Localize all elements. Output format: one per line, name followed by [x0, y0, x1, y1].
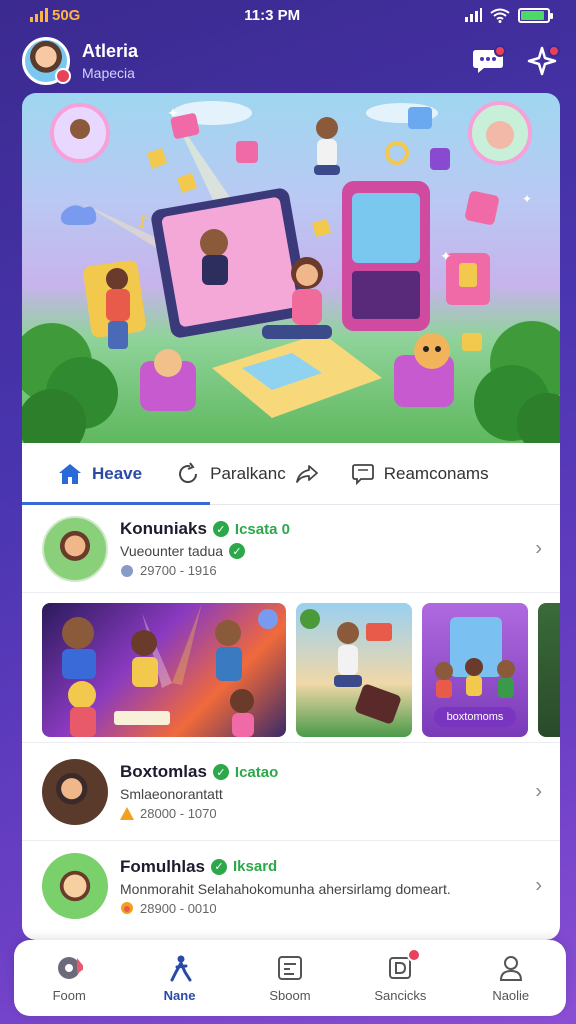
- profile-icon: [499, 955, 522, 981]
- thumbnail-card[interactable]: [42, 603, 286, 737]
- avatar[interactable]: [22, 37, 71, 85]
- nav-naolie[interactable]: Naolie: [466, 954, 556, 1003]
- item-tag: Iksard: [233, 858, 278, 875]
- tab-label: Reamconams: [383, 463, 489, 483]
- nav-foom[interactable]: Foom: [24, 954, 114, 1003]
- thumbnail-card[interactable]: [296, 603, 412, 737]
- chevron-right-icon[interactable]: ›: [535, 780, 542, 803]
- thumbnail-image: [300, 609, 401, 724]
- warning-icon: [120, 807, 134, 820]
- tab-paralkanc[interactable]: Paralkanc: [142, 443, 318, 504]
- sparkle-button[interactable]: [524, 43, 560, 79]
- item-title: Boxtomlas: [120, 762, 207, 781]
- tab-label: Heave: [92, 463, 143, 483]
- verified-icon: ✓: [212, 764, 229, 780]
- item-subtitle: Monmorahit Selahahokomunha ahersirlamg d…: [120, 880, 451, 897]
- thumbnail-caption: boxtomoms: [434, 707, 516, 727]
- battery-icon: [517, 7, 553, 23]
- fire-icon: [121, 902, 133, 914]
- chat-badge: [494, 45, 506, 57]
- clock: 11:3 PM: [244, 6, 301, 24]
- item-meta: 28000 - 1070: [140, 806, 217, 821]
- verified-icon: ✓: [212, 521, 229, 537]
- carrier-label: 50G: [52, 6, 81, 24]
- gear-icon: [58, 956, 84, 979]
- user-profile[interactable]: Atleria Mapecia: [22, 37, 138, 85]
- nav-label: Sboom: [269, 987, 311, 1003]
- tab-bar: Heave Paralkanc Reamconams: [22, 443, 560, 505]
- avatar: [42, 853, 108, 919]
- user-name: Atleria: [82, 41, 139, 61]
- item-title: Fomulhlas: [120, 856, 206, 876]
- verified-icon: ✓: [229, 543, 246, 559]
- content-card: Heave Paralkanc Reamconams Konuniaks ✓ I…: [22, 443, 560, 940]
- item-tag: Icsata 0: [234, 520, 290, 538]
- avatar: [42, 515, 108, 582]
- status-bar: 50G 11:3 PM: [0, 0, 576, 30]
- bottom-navigation: Foom Nane Sboom Sancicks Naolie: [14, 940, 566, 1016]
- item-meta: 29700 - 1916: [140, 563, 217, 578]
- item-subtitle: Smlaeonorantatt: [120, 786, 223, 802]
- nav-nane[interactable]: Nane: [135, 954, 225, 1003]
- share-arrow-icon: [295, 464, 318, 483]
- nav-sancicks[interactable]: Sancicks: [355, 947, 445, 1003]
- notification-dot: [55, 68, 71, 84]
- nav-label: Sancicks: [374, 987, 427, 1003]
- thumbnail-carousel[interactable]: boxtomoms: [22, 593, 560, 743]
- thumbnail-card[interactable]: boxtomoms: [422, 603, 528, 737]
- list-item[interactable]: Boxtomlas ✓ Icatao Smlaeonorantatt 28000…: [22, 743, 560, 841]
- cellular-icon: [464, 8, 482, 22]
- nav-label: Nane: [163, 987, 196, 1003]
- svg-text:✦: ✦: [522, 192, 532, 206]
- list-item[interactable]: Konuniaks ✓ Icsata 0 Vueounter tadua ✓ 2…: [22, 505, 560, 593]
- thumbnail-card[interactable]: [538, 603, 560, 737]
- avatar: [42, 758, 108, 825]
- user-subtitle: Mapecia: [82, 65, 135, 81]
- thumbnail-image: [62, 603, 278, 737]
- nav-sboom[interactable]: Sboom: [245, 954, 335, 1003]
- app-header: Atleria Mapecia: [22, 30, 560, 92]
- item-subtitle: Vueounter tadua: [120, 543, 224, 559]
- sparkle-badge: [548, 45, 560, 57]
- refresh-icon: [179, 461, 198, 483]
- item-tag: Icatao: [234, 763, 279, 781]
- list-item[interactable]: Fomulhlas ✓ Iksard Monmorahit Selahahoko…: [22, 841, 560, 931]
- nav-label: Naolie: [492, 987, 530, 1003]
- home-icon: [59, 463, 81, 484]
- verified-icon: ✓: [211, 858, 228, 875]
- info-circle-icon: [121, 564, 133, 577]
- svg-text:♪: ♪: [137, 212, 149, 233]
- chevron-right-icon[interactable]: ›: [535, 875, 542, 898]
- svg-text:✦: ✦: [167, 106, 179, 122]
- wifi-icon: [490, 8, 510, 23]
- chevron-right-icon[interactable]: ›: [535, 537, 542, 560]
- carrier-indicator: 50G: [30, 7, 80, 24]
- tab-reamconams[interactable]: Reamconams: [318, 443, 489, 504]
- tab-label: Paralkanc: [210, 463, 286, 483]
- nav-badge: [407, 947, 422, 962]
- calendar-icon: [277, 955, 302, 980]
- chat-button[interactable]: [470, 43, 506, 79]
- item-title: Konuniaks: [120, 519, 207, 538]
- chat-bubble-icon: [351, 463, 374, 485]
- hero-illustration: ♪ ✦ ✦ ✦: [22, 101, 560, 443]
- hero-banner[interactable]: ♪ ✦ ✦ ✦: [22, 93, 560, 443]
- svg-text:✦: ✦: [440, 249, 452, 265]
- nav-label: Foom: [52, 987, 86, 1003]
- signal-bars-icon: [30, 8, 48, 22]
- item-meta: 28900 - 0010: [140, 900, 217, 916]
- person-jump-icon: [170, 955, 192, 981]
- tab-heave[interactable]: Heave: [22, 443, 142, 504]
